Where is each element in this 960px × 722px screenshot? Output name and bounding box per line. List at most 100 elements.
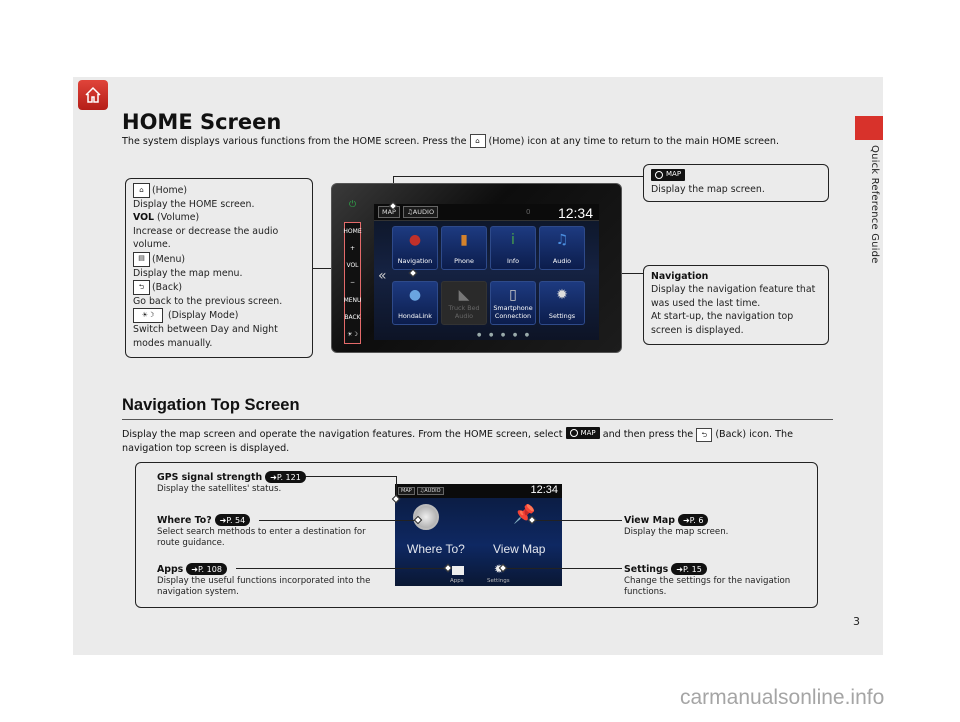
feature-view-map: View Map ➜ P. 6 Display the map screen. — [624, 514, 809, 538]
home-screen-display: MAP ♫AUDIO 0 12:34 ● Navigation ▮ Phone i I… — [374, 204, 599, 340]
where-to-button[interactable]: Where To? — [407, 542, 465, 556]
intro-text-before: The system displays various functions fr… — [122, 135, 467, 147]
page-ref-link[interactable]: ➜ P. 6 — [677, 514, 709, 526]
home-label: (Home) — [152, 185, 188, 196]
hw-back-button[interactable]: BACK — [344, 314, 360, 321]
page-ref-link[interactable]: ➜ P. 108 — [186, 563, 227, 575]
tile-info[interactable]: i Info — [490, 226, 536, 270]
intro-text-after: (Home) icon at any time to return to the… — [488, 135, 780, 147]
feature-title: Where To? — [157, 514, 212, 526]
tile-phone[interactable]: ▮ Phone — [441, 226, 487, 270]
feature-gps-signal: GPS signal strength ➜ P. 121 Display the s… — [157, 471, 387, 495]
menu-icon: ▤ — [133, 251, 150, 267]
view-map-button[interactable]: View Map — [493, 542, 545, 556]
desc-part1: Display the map screen and operate the n… — [122, 429, 563, 440]
hw-vol-up-button[interactable]: + — [350, 245, 355, 252]
map-chip: MAP — [651, 169, 686, 181]
nav-top-screen-display: MAP ♫AUDIO 12:34 📌 Where To? View Map ✹ … — [395, 484, 562, 586]
page-number: 3 — [853, 615, 860, 628]
feature-desc: Display the useful functions incorporate… — [157, 576, 371, 597]
connector-line — [393, 176, 643, 178]
page-ref-link[interactable]: ➜ P. 54 — [214, 514, 251, 526]
tile-truck-bed-audio[interactable]: ◣ Truck Bed Audio — [441, 281, 487, 325]
smartphone-icon: ▯ — [509, 287, 517, 303]
feature-desc: Change the settings for the navigation f… — [624, 576, 791, 597]
watermark: carmanualsonline.info — [680, 686, 885, 709]
nav-callout-title: Navigation — [651, 271, 709, 282]
tile-label: Smartphone Connection — [493, 304, 533, 320]
feature-title: View Map — [624, 514, 675, 526]
page-ref: P. 15 — [682, 564, 702, 574]
home-desc: Display the HOME screen. — [133, 199, 255, 210]
feature-title: Apps — [157, 563, 184, 575]
map-button[interactable]: MAP — [398, 487, 415, 495]
back-icon: ⮌ — [696, 428, 713, 442]
connector-line — [532, 520, 622, 522]
map-chip-label: MAP — [580, 429, 596, 437]
nav-callout-desc1: Display the navigation feature that was … — [651, 284, 816, 309]
nav-section-desc: Display the map screen and operate the n… — [122, 427, 837, 456]
clock: 12:34 — [557, 205, 593, 221]
hw-vol-down-button[interactable]: − — [350, 279, 355, 286]
hw-menu-button[interactable]: MENU — [344, 297, 362, 304]
chevron-left-icon[interactable]: « — [378, 268, 387, 284]
phone-icon: ▮ — [460, 232, 468, 248]
apps-button[interactable]: Apps — [450, 578, 464, 584]
navigation-icon: ● — [408, 232, 422, 248]
truck-bed-icon: ◣ — [458, 287, 470, 303]
page-ref-link[interactable]: ➜ P. 121 — [265, 471, 306, 483]
map-button[interactable]: MAP — [378, 206, 400, 218]
clock: 12:34 — [530, 484, 558, 496]
menu-desc: Display the map menu. — [133, 267, 243, 279]
page-ref: P. 108 — [197, 564, 222, 574]
screen-topbar: MAP ♫AUDIO 0 12:34 — [374, 204, 599, 221]
hw-display-mode-button[interactable]: ☀☽ — [347, 331, 358, 338]
page-ref-link[interactable]: ➜ P. 15 — [671, 563, 707, 575]
tile-hondalink[interactable]: ● HondaLink — [392, 281, 438, 325]
hw-vol-label: VOL — [346, 262, 359, 270]
feature-title: Settings — [624, 563, 669, 575]
home-icon: ⌂ — [133, 183, 150, 198]
hw-home-button[interactable]: HOME — [343, 228, 361, 235]
music-note-icon: ♫ — [555, 232, 569, 248]
side-label: Quick Reference Guide — [869, 145, 880, 264]
hardware-buttons-callout: ⌂ (Home) Display the HOME screen. VOL (Vo… — [125, 178, 313, 358]
tile-label: Audio — [552, 257, 572, 265]
back-desc: Go back to the previous screen. — [133, 296, 283, 308]
section-title: Navigation Top Screen — [122, 396, 300, 414]
hondalink-icon: ● — [408, 287, 422, 303]
mode-label: (Display Mode) — [167, 310, 239, 322]
audio-button[interactable]: ♫AUDIO — [402, 206, 439, 218]
menu-label: (Menu) — [152, 253, 186, 265]
home-section-badge — [78, 80, 108, 110]
page-ref: P. 121 — [276, 472, 301, 482]
nav-callout-desc2: At start-up, the navigation top screen i… — [651, 311, 794, 336]
section-divider — [122, 419, 833, 420]
vol-paren: (Volume) — [157, 212, 200, 224]
back-label: (Back) — [152, 282, 183, 294]
tile-label: HondaLink — [398, 312, 432, 320]
home-icon: ⌂ — [469, 134, 486, 148]
tile-label: Settings — [548, 312, 576, 320]
tile-settings[interactable]: ✹ Settings — [539, 281, 585, 325]
page-title: HOME Screen — [122, 110, 282, 134]
feature-desc: Display the satellites' status. — [157, 484, 282, 494]
page-indicator: ● ● ● ● ● — [477, 332, 533, 338]
mode-desc: Switch between Day and Night modes manua… — [133, 324, 278, 349]
map-chip-label: MAP — [666, 170, 682, 179]
info-icon: i — [511, 232, 515, 248]
tile-audio[interactable]: ♫ Audio — [539, 226, 585, 270]
tile-label: Info — [506, 257, 520, 265]
home-intro: The system displays various functions fr… — [122, 134, 779, 148]
audio-button[interactable]: ♫AUDIO — [416, 487, 444, 495]
compass-icon — [655, 171, 663, 179]
page-ref: P. 6 — [689, 515, 704, 525]
page-ref: P. 54 — [226, 515, 246, 525]
power-icon[interactable]: ⏻ — [349, 200, 356, 210]
settings-button[interactable]: Settings — [487, 578, 510, 584]
map-chip: MAP — [565, 427, 600, 439]
tile-label: Navigation — [397, 257, 433, 265]
status-indicator: 0 — [526, 208, 531, 216]
tile-smartphone-connection[interactable]: ▯ Smartphone Connection — [490, 281, 536, 325]
tile-navigation[interactable]: ● Navigation — [392, 226, 438, 270]
